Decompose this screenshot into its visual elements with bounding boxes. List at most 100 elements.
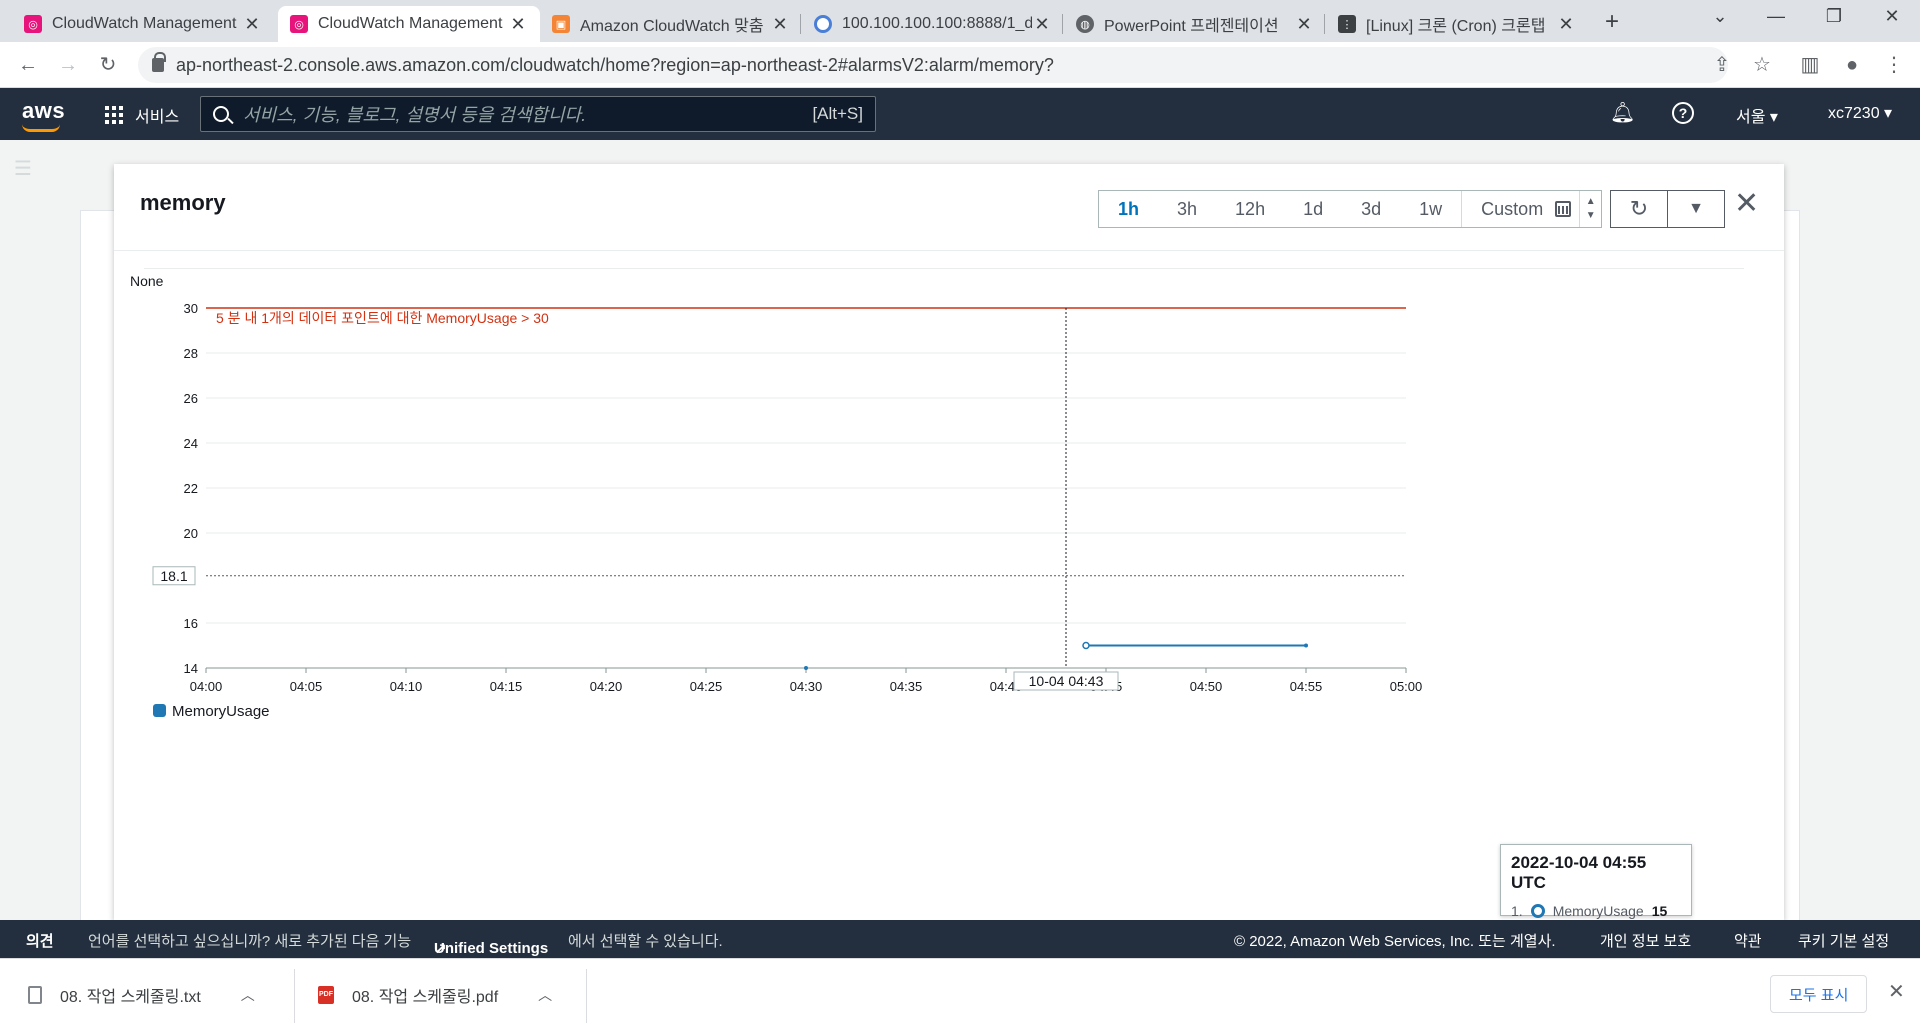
blog-icon: ⋮ [1338, 15, 1356, 33]
text-file-icon [28, 986, 42, 1004]
threshold-label: 5 분 내 1개의 데이터 포인트에 대한 MemoryUsage > 30 [216, 310, 549, 326]
back-icon[interactable]: ← [14, 51, 42, 79]
tooltip-value: 15 [1651, 903, 1668, 919]
legend-label-memoryusage[interactable]: MemoryUsage [172, 703, 270, 720]
url-field[interactable]: ap-northeast-2.console.aws.amazon.com/cl… [138, 47, 1728, 83]
x-tick-label: 04:50 [1190, 679, 1223, 694]
download-item-pdf[interactable]: PDF 08. 작업 스케줄링.pdf ︿ [318, 969, 552, 1021]
privacy-link[interactable]: 개인 정보 보호 [1600, 930, 1691, 951]
tab-search-chevron-icon[interactable]: ⌄ [1700, 6, 1740, 27]
tab-separator [800, 14, 801, 34]
metric-chart[interactable]: None 1416202224262830 04:00 04:05 04:10 04:… [114, 164, 1784, 920]
y-tick-label: 24 [184, 436, 198, 451]
close-tab-icon[interactable]: ✕ [1556, 14, 1576, 35]
cookie-preferences-link[interactable]: 쿠키 기본 설정 [1798, 930, 1889, 951]
cloudwatch-icon: ◎ [24, 15, 42, 33]
browser-tab[interactable]: 100.100.100.100:8888/1_dc ✕ [802, 6, 1064, 42]
unified-settings-label: Unified Settings [434, 940, 549, 957]
services-menu[interactable]: 서비스 [135, 103, 179, 127]
side-panel-icon[interactable]: ▥ [1796, 51, 1824, 79]
download-filename: 08. 작업 스케줄링.txt [60, 989, 201, 1006]
reload-icon[interactable]: ↻ [94, 51, 122, 79]
browser-tab[interactable]: ▣ Amazon CloudWatch 맞춤 ✕ [540, 6, 802, 42]
copyright: © 2022, Amazon Web Services, Inc. 또는 계열사… [1234, 933, 1556, 950]
download-item-txt[interactable]: 08. 작업 스케줄링.txt ︿ [28, 969, 255, 1021]
download-filename: 08. 작업 스케줄링.pdf [352, 989, 499, 1006]
help-icon[interactable]: ? [1672, 102, 1694, 124]
download-bar: 08. 작업 스케줄링.txt ︿ PDF 08. 작업 스케줄링.pdf ︿ … [0, 958, 1920, 1030]
aws-search-input[interactable]: 서비스, 기능, 블로그, 설명서 등을 검색합니다. [Alt+S] [200, 96, 876, 132]
x-tick-label: 04:10 [390, 679, 423, 694]
aws-box-icon: ▣ [552, 15, 570, 33]
share-icon[interactable]: ⇪ [1708, 51, 1736, 79]
series-marker-icon [1530, 904, 1545, 918]
aws-logo[interactable]: aws [22, 98, 65, 132]
lock-icon [152, 52, 166, 72]
x-tick-label: 05:00 [1390, 679, 1423, 694]
legend-swatch-memoryusage [153, 704, 166, 717]
browser-menu-icon[interactable]: ⋮ [1880, 51, 1908, 79]
globe-icon: ◍ [1076, 15, 1094, 33]
close-tab-icon[interactable]: ✕ [770, 14, 790, 35]
close-tab-icon[interactable]: ✕ [508, 14, 528, 35]
region-selector[interactable]: 서울 ▾ [1736, 103, 1778, 127]
y-tick-label: 30 [184, 301, 198, 316]
data-point [1304, 643, 1308, 648]
tab-separator [1324, 14, 1325, 34]
search-icon [213, 106, 229, 122]
cloudwatch-icon: ◎ [290, 15, 308, 33]
services-grid-icon[interactable] [105, 106, 123, 124]
terms-link[interactable]: 약관 [1734, 930, 1762, 951]
y-tick-label: 20 [184, 526, 198, 541]
bookmark-star-icon[interactable]: ☆ [1748, 51, 1776, 79]
close-tab-icon[interactable]: ✕ [1032, 14, 1052, 35]
close-tab-icon[interactable]: ✕ [1294, 14, 1314, 35]
jupyter-icon [814, 15, 832, 33]
y-tick-label: 16 [184, 616, 198, 631]
close-tab-icon[interactable]: ✕ [242, 14, 262, 35]
browser-tab[interactable]: ⋮ [Linux] 크론 (Cron) 크론탭 ✕ [1326, 6, 1588, 42]
tooltip-title: 2022-10-04 04:55 UTC [1511, 853, 1647, 892]
tab-title: CloudWatch Management [318, 15, 503, 32]
x-axis-ticks: 04:00 04:05 04:10 04:15 04:20 04:25 04:30 04:35… [190, 668, 1423, 694]
x-tick-label: 04:00 [190, 679, 223, 694]
show-all-downloads-button[interactable]: 모두 표시 [1770, 975, 1868, 1013]
aws-smile-icon [22, 124, 60, 132]
close-download-bar-icon[interactable]: ✕ [1888, 979, 1905, 1004]
notifications-bell-icon[interactable]: 🔔︎ [1610, 100, 1635, 125]
chevron-up-icon[interactable]: ︿ [241, 985, 255, 1005]
account-menu[interactable]: xc7230 ▾ [1828, 103, 1892, 123]
x-tick-label: 04:30 [790, 679, 823, 694]
series-group [804, 641, 1308, 670]
restore-icon[interactable]: ❐ [1814, 6, 1854, 27]
chart-legend[interactable]: MemoryUsage [153, 703, 270, 720]
x-tick-label: 04:20 [590, 679, 623, 694]
chart-grid [206, 307, 1406, 669]
chart-tooltip: 2022-10-04 04:55 UTC 1. MemoryUsage 15 [1500, 844, 1692, 919]
search-placeholder: 서비스, 기능, 블로그, 설명서 등을 검색합니다. [243, 105, 587, 125]
browser-tab-strip: ◎ CloudWatch Management ✕ ◎ CloudWatch M… [0, 0, 1920, 42]
window-close-icon[interactable]: ✕ [1872, 6, 1912, 27]
y-tick-label: 14 [184, 661, 198, 676]
pdf-file-icon: PDF [318, 986, 334, 1004]
new-tab-icon[interactable]: + [1600, 8, 1624, 36]
profile-avatar-icon[interactable]: ● [1838, 51, 1866, 79]
external-link-icon: ↗ [434, 941, 447, 958]
y-tick-label: 26 [184, 391, 198, 406]
x-tick-label: 04:55 [1290, 679, 1323, 694]
tab-title: [Linux] 크론 (Cron) 크론탭 [1366, 18, 1546, 35]
feedback-link[interactable]: 의견 [26, 930, 54, 951]
language-prompt: 언어를 선택하고 싶으십니까? 새로 추가된 다음 기능 [88, 933, 412, 950]
browser-tab[interactable]: ◎ CloudWatch Management ✕ [12, 6, 274, 42]
minimize-icon[interactable]: — [1756, 6, 1796, 27]
sidebar-toggle-icon: ☰ [14, 158, 32, 180]
data-point [804, 666, 808, 670]
y-tick-label: 22 [184, 481, 198, 496]
tab-title: 100.100.100.100:8888/1_dc [842, 15, 1032, 32]
chevron-up-icon[interactable]: ︿ [538, 985, 552, 1005]
download-separator [586, 969, 587, 1023]
browser-tab[interactable]: ◍ PowerPoint 프레젠테이션 ✕ [1064, 6, 1326, 42]
browser-tab-active[interactable]: ◎ CloudWatch Management ✕ [278, 6, 540, 42]
forward-icon[interactable]: → [54, 51, 82, 79]
x-tick-label: 04:25 [690, 679, 723, 694]
